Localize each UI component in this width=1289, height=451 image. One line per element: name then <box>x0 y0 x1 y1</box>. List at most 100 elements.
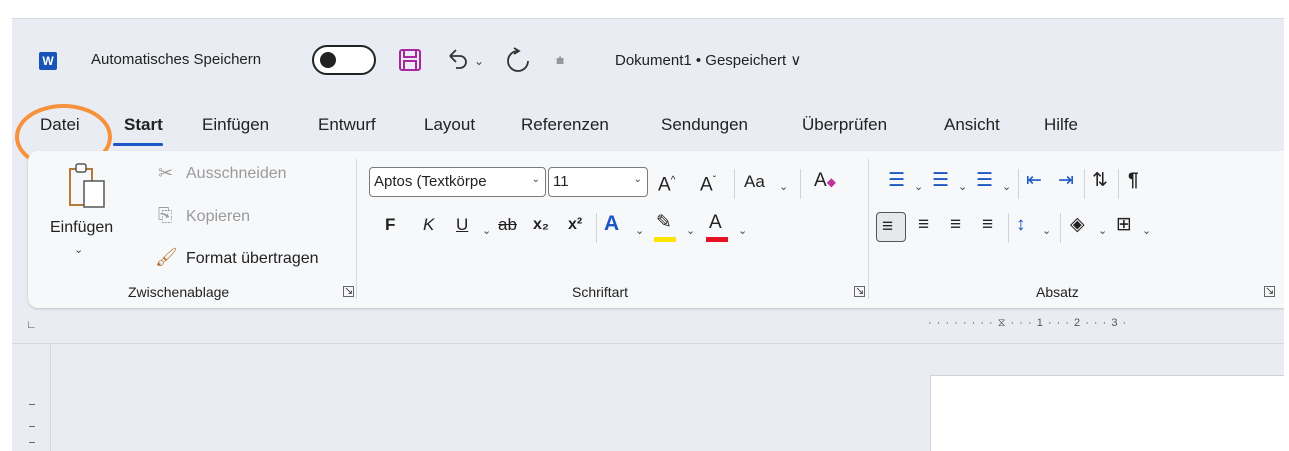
tab-hilfe[interactable]: Hilfe <box>1044 115 1078 135</box>
group-separator <box>868 159 869 299</box>
shading-dropdown-icon[interactable]: ⌄ <box>1098 221 1107 241</box>
show-marks-button[interactable]: ¶ <box>1128 171 1139 191</box>
tab-layout[interactable]: Layout <box>424 115 475 135</box>
change-case-button[interactable]: Aa <box>744 172 765 192</box>
title-bar: W Automatisches Speichern ⌄ ⩧ Dokument1 … <box>12 19 1284 95</box>
grow-font-icon[interactable]: A^ <box>658 171 675 195</box>
scissors-icon: ✂ <box>158 163 174 183</box>
paragraph-launcher-icon[interactable]: ↘ <box>1264 286 1275 297</box>
format-painter-button[interactable]: Format übertragen <box>186 250 319 268</box>
tab-ansicht[interactable]: Ansicht <box>944 115 1000 135</box>
borders-icon[interactable]: ⊞ <box>1116 215 1132 235</box>
superscript-button[interactable]: x² <box>568 215 582 235</box>
subscript-button[interactable]: x₂ <box>533 215 549 235</box>
clear-formatting-icon[interactable]: A◆ <box>814 171 836 192</box>
clipboard-paste-icon[interactable] <box>68 161 108 211</box>
text-effects-dropdown-icon[interactable]: ⌄ <box>635 221 644 241</box>
word-window: W Automatisches Speichern ⌄ ⩧ Dokument1 … <box>12 18 1284 451</box>
separator <box>734 169 735 199</box>
font-group-label: Schriftart <box>572 284 629 300</box>
font-name-value: Aptos (Textkörpe <box>374 173 487 190</box>
tab-sendungen[interactable]: Sendungen <box>661 115 748 135</box>
align-center-icon[interactable]: ≡ <box>918 215 929 235</box>
increase-indent-icon[interactable]: ⇥ <box>1058 171 1074 191</box>
font-color-dropdown-icon[interactable]: ⌄ <box>738 221 747 241</box>
tab-start[interactable]: Start <box>124 115 163 135</box>
clipboard-launcher-icon[interactable]: ↘ <box>343 286 354 297</box>
decrease-indent-icon[interactable]: ⇤ <box>1026 171 1042 191</box>
chevron-down-icon: ⌄ <box>633 174 642 185</box>
strikethrough-button[interactable]: ab <box>498 215 517 235</box>
ruler-tick <box>29 442 35 443</box>
numbering-icon[interactable]: ☰ <box>932 171 949 191</box>
tab-einfuegen[interactable]: Einfügen <box>202 115 269 135</box>
align-left-icon: ≡ <box>882 216 894 237</box>
bullets-dropdown-icon[interactable]: ⌄ <box>914 177 923 197</box>
group-separator <box>356 159 357 299</box>
redo-icon[interactable] <box>504 46 532 74</box>
separator <box>1018 169 1019 199</box>
autosave-label: Automatisches Speichern <box>91 51 262 68</box>
ruler-scale: · · · · · · · · ⧖ · · · 1 · · · 2 · · · … <box>928 317 1128 329</box>
toggle-knob <box>320 52 336 68</box>
save-icon[interactable] <box>398 48 422 72</box>
shrink-font-icon[interactable]: Aˇ <box>700 171 716 195</box>
copy-button[interactable]: Kopieren <box>186 208 250 226</box>
separator <box>1118 169 1119 199</box>
bold-button[interactable]: F <box>385 215 395 235</box>
change-case-dropdown-icon[interactable]: ⌄ <box>779 177 788 197</box>
text-effects-icon[interactable]: A <box>604 213 619 234</box>
horizontal-ruler: ∟ · · · · · · · · ⧖ · · · 1 · · · 2 · · … <box>12 309 1284 344</box>
underline-button[interactable]: U <box>456 215 468 235</box>
sort-icon[interactable]: ⇅ <box>1092 171 1108 191</box>
paste-dropdown-icon[interactable]: ⌄ <box>74 243 83 256</box>
font-name-select[interactable]: Aptos (Textkörpe ⌄ <box>369 167 546 197</box>
undo-icon[interactable] <box>444 46 470 72</box>
font-size-select[interactable]: 11 ⌄ <box>548 167 648 197</box>
underline-dropdown-icon[interactable]: ⌄ <box>482 221 491 241</box>
document-title[interactable]: Dokument1 • Gespeichert ∨ <box>615 51 801 69</box>
multilevel-list-icon[interactable]: ☰ <box>976 171 993 191</box>
separator <box>596 213 597 243</box>
tab-entwurf[interactable]: Entwurf <box>318 115 376 135</box>
highlight-color-swatch <box>654 237 676 242</box>
tab-selector-icon[interactable]: ∟ <box>26 319 37 331</box>
autosave-toggle[interactable] <box>312 45 376 75</box>
tab-ueberpruefen[interactable]: Überprüfen <box>802 115 887 135</box>
align-left-button[interactable]: ≡ <box>876 212 906 242</box>
paragraph-group-label: Absatz <box>1036 284 1079 300</box>
clipboard-group-label: Zwischenablage <box>128 284 230 300</box>
format-painter-icon: 🖌 <box>155 247 178 267</box>
ruler-tick <box>29 426 35 427</box>
bullets-icon[interactable]: ☰ <box>888 171 905 191</box>
multilevel-dropdown-icon[interactable]: ⌄ <box>1002 177 1011 197</box>
document-page[interactable] <box>930 375 1284 451</box>
align-right-icon[interactable]: ≡ <box>950 215 961 235</box>
numbering-dropdown-icon[interactable]: ⌄ <box>958 177 967 197</box>
paste-button-label[interactable]: Einfügen <box>50 219 113 237</box>
highlight-dropdown-icon[interactable]: ⌄ <box>686 221 695 241</box>
ruler-tick <box>29 404 35 405</box>
font-launcher-icon[interactable]: ↘ <box>854 286 865 297</box>
separator <box>1008 213 1009 243</box>
justify-icon[interactable]: ≡ <box>982 215 993 235</box>
shading-icon[interactable]: ◈ <box>1070 215 1085 235</box>
borders-dropdown-icon[interactable]: ⌄ <box>1142 221 1151 241</box>
line-spacing-icon[interactable]: ↕ <box>1016 215 1026 235</box>
italic-button[interactable]: K <box>423 215 434 235</box>
ribbon-panel: Einfügen ⌄ ✂ Ausschneiden ⎘ Kopieren 🖌 F… <box>28 151 1284 308</box>
customize-quick-access-icon[interactable]: ⩧ <box>556 52 564 69</box>
active-tab-indicator <box>113 143 163 146</box>
undo-dropdown-icon[interactable]: ⌄ <box>474 54 484 68</box>
word-app-icon: W <box>39 52 61 70</box>
tab-datei[interactable]: Datei <box>40 115 80 135</box>
cut-button[interactable]: Ausschneiden <box>186 165 287 183</box>
font-color-icon[interactable]: A <box>709 213 722 233</box>
chevron-down-icon: ⌄ <box>531 174 540 185</box>
vertical-ruler <box>12 344 51 451</box>
copy-icon: ⎘ <box>158 205 173 225</box>
font-size-value: 11 <box>553 173 569 190</box>
highlight-pen-icon[interactable]: ✎ <box>656 213 672 233</box>
line-spacing-dropdown-icon[interactable]: ⌄ <box>1042 221 1051 241</box>
tab-referenzen[interactable]: Referenzen <box>521 115 609 135</box>
